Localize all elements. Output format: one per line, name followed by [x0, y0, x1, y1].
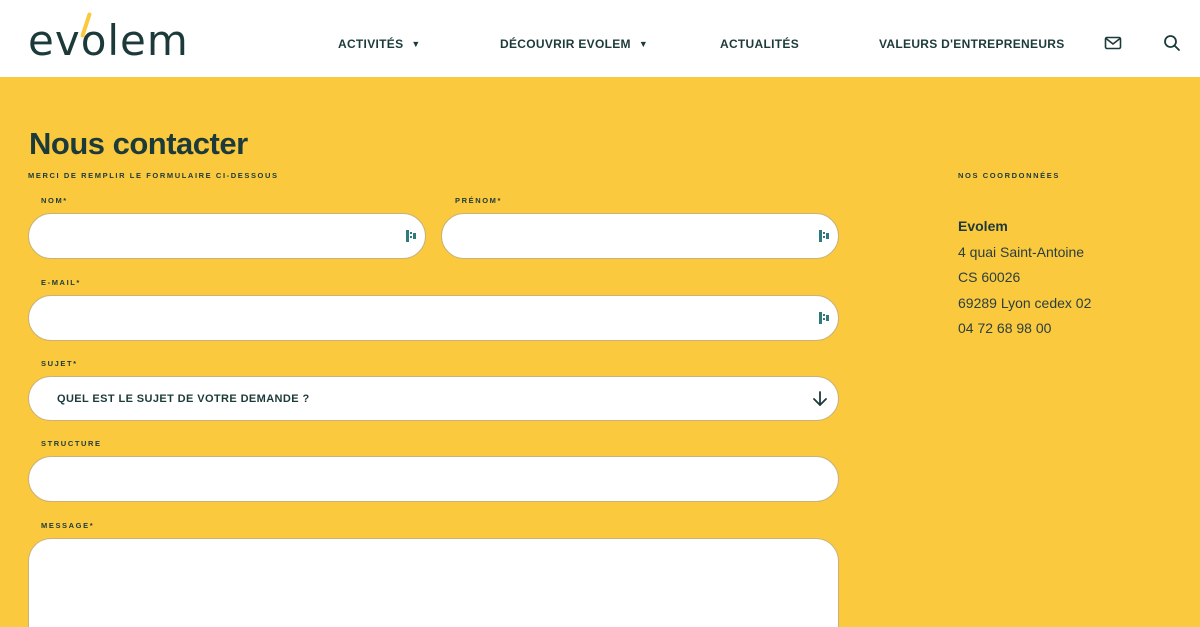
nav-label: DÉCOUVRIR EVOLEM	[500, 37, 631, 51]
form-instructions: MERCI DE REMPLIR LE FORMULAIRE CI-DESSOU…	[28, 171, 279, 180]
site-header: evolem ACTIVITÉS ▼ DÉCOUVRIR EVOLEM ▼ ACTU…	[0, 0, 1200, 77]
coords-company-name: Evolem	[958, 218, 1008, 234]
caret-down-icon: ▼	[411, 39, 421, 49]
message-field-wrapper	[28, 538, 839, 627]
nav-decouvrir-evolem[interactable]: DÉCOUVRIR EVOLEM ▼	[500, 37, 648, 51]
logo-text: evolem	[28, 16, 189, 65]
nom-input[interactable]	[29, 214, 425, 258]
nav-activites[interactable]: ACTIVITÉS ▼	[338, 37, 421, 51]
nom-field-wrapper	[28, 213, 426, 259]
email-field-wrapper	[28, 295, 839, 341]
message-textarea[interactable]	[29, 539, 838, 627]
nav-actualites[interactable]: ACTUALITÉS	[720, 37, 799, 51]
email-label: E-MAIL*	[41, 278, 81, 287]
nav-label: ACTIVITÉS	[338, 37, 404, 51]
prenom-label: PRÉNOM*	[455, 196, 503, 205]
coords-address-line1: 4 quai Saint-Antoine	[958, 244, 1085, 260]
nav-label: ACTUALITÉS	[720, 37, 799, 51]
coords-address-line2: CS 60026	[958, 269, 1021, 285]
structure-field-wrapper	[28, 456, 839, 502]
coords-phone[interactable]: 04 72 68 98 00	[958, 320, 1051, 336]
autofill-icon[interactable]	[819, 230, 829, 242]
sujet-selected-value: QUEL EST LE SUJET DE VOTRE DEMANDE ?	[57, 393, 310, 405]
mail-icon[interactable]	[1103, 33, 1123, 53]
prenom-field-wrapper	[441, 213, 839, 259]
caret-down-icon: ▼	[638, 39, 649, 49]
prenom-input[interactable]	[442, 214, 838, 258]
coords-heading: NOS COORDONNÉES	[958, 171, 1060, 180]
message-label: MESSAGE*	[41, 521, 95, 530]
page-title: Nous contacter	[29, 126, 248, 161]
structure-label: STRUCTURE	[41, 439, 102, 448]
email-input[interactable]	[29, 296, 838, 340]
evolem-logo[interactable]: evolem	[28, 10, 228, 66]
nav-label: VALEURS D'ENTREPRENEURS	[879, 37, 1065, 51]
autofill-icon[interactable]	[819, 312, 829, 324]
nav-valeurs-entrepreneurs[interactable]: VALEURS D'ENTREPRENEURS	[879, 37, 1065, 51]
sujet-select[interactable]: QUEL EST LE SUJET DE VOTRE DEMANDE ?	[28, 376, 839, 421]
coords-address-line3: 69289 Lyon cedex 02	[958, 295, 1092, 311]
arrow-down-icon	[813, 391, 827, 406]
sujet-label: SUJET*	[41, 359, 78, 368]
autofill-icon[interactable]	[406, 230, 416, 242]
nom-label: NOM*	[41, 196, 68, 205]
search-icon[interactable]	[1162, 33, 1182, 53]
structure-input[interactable]	[29, 457, 838, 501]
